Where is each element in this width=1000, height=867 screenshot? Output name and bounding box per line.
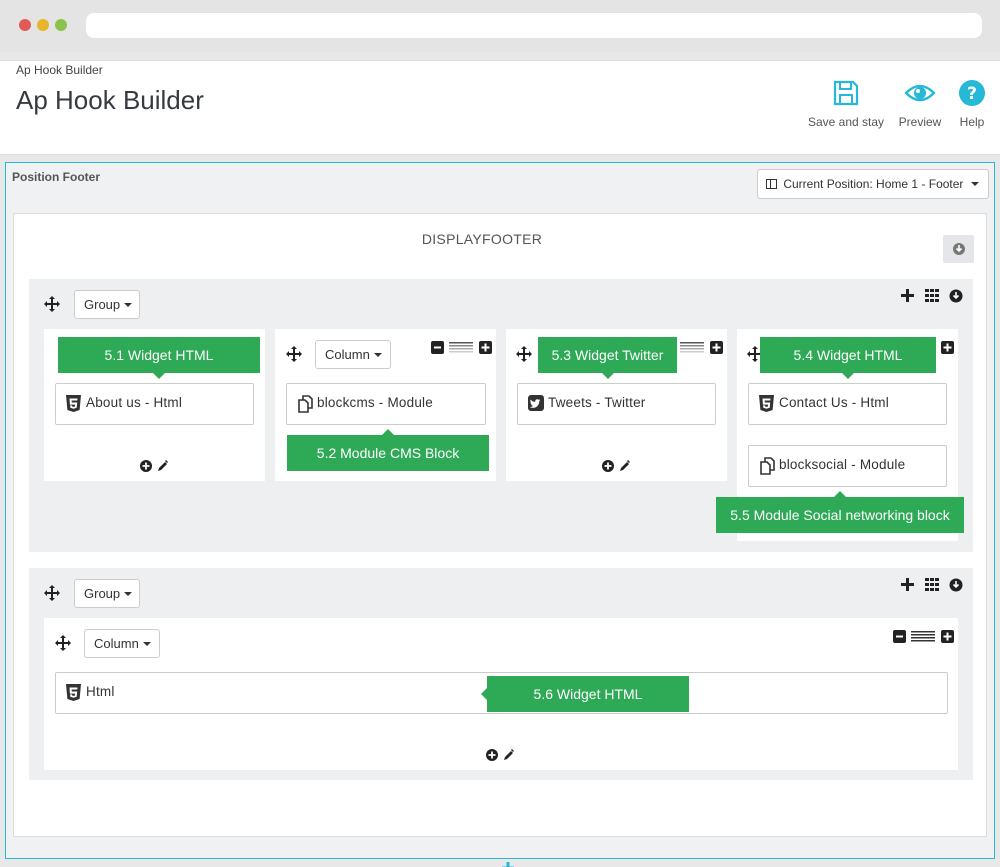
widget-label: Tweets - Twitter <box>548 395 646 410</box>
widget-label: About us - Html <box>86 395 183 410</box>
chevron-down-icon <box>124 592 133 596</box>
hook-container: DISPLAYFOOTER Group About us - Html 5.1 … <box>13 213 987 867</box>
plus-icon[interactable] <box>941 341 954 357</box>
plus-icon[interactable] <box>479 341 492 357</box>
address-bar[interactable] <box>86 13 982 38</box>
column-add-edit[interactable] <box>602 459 634 473</box>
breadcrumb[interactable]: Ap Hook Builder <box>16 63 103 77</box>
layout-icon <box>766 179 777 189</box>
help-label: Help <box>959 115 985 129</box>
widget-label: Contact Us - Html <box>779 395 889 410</box>
tooltip-5-5: 5.5 Module Social networking block <box>716 491 964 533</box>
current-position-select[interactable]: Current Position: Home 1 - Footer <box>757 169 989 199</box>
minimize-window-dot[interactable] <box>37 19 49 31</box>
tooltip-5-6: 5.6 Widget HTML <box>481 676 689 712</box>
column-dropdown[interactable]: Column <box>315 340 391 369</box>
current-position-label: Current Position: Home 1 - Footer <box>783 177 964 191</box>
eye-icon <box>896 79 944 109</box>
widget-item[interactable]: Tweets - Twitter <box>517 383 716 425</box>
html5-icon <box>66 684 81 704</box>
column-tools <box>939 341 954 355</box>
arrow-down-circle-icon <box>953 243 965 255</box>
panel-title: Position Footer <box>12 170 100 184</box>
help-button[interactable]: ? Help <box>955 79 989 129</box>
minus-icon[interactable] <box>430 341 444 357</box>
chevron-down-icon <box>373 353 382 357</box>
save-and-stay-label: Save and stay <box>807 115 885 129</box>
move-icon[interactable] <box>516 346 532 362</box>
tooltip-5-4: 5.4 Widget HTML <box>760 337 936 379</box>
page-header: Ap Hook Builder Ap Hook Builder Save and… <box>0 60 1000 155</box>
group-dropdown-label: Group <box>84 297 121 312</box>
column-tools <box>891 630 954 644</box>
column-tools <box>678 341 723 355</box>
group-2: Group Column Html 5.6 Widget HTML <box>29 568 973 780</box>
module-icon <box>297 395 315 416</box>
arrow-down-circle-icon[interactable] <box>949 578 963 595</box>
preview-label: Preview <box>898 115 942 129</box>
column-add-edit[interactable] <box>486 748 518 762</box>
width-bars-icon[interactable] <box>449 341 474 357</box>
widget-item[interactable]: blockcms - Module <box>286 383 486 425</box>
plus-icon[interactable] <box>710 341 723 357</box>
move-icon[interactable] <box>55 635 71 651</box>
page-title: Ap Hook Builder <box>16 85 204 115</box>
group-dropdown-label: Group <box>84 586 121 601</box>
move-icon[interactable] <box>44 585 60 601</box>
widget-label: blocksocial - Module <box>779 457 906 472</box>
add-column-icon[interactable] <box>901 578 914 594</box>
group-1: Group About us - Html 5.1 Widget HTML Co… <box>29 279 973 552</box>
save-icon <box>807 79 885 109</box>
minus-icon[interactable] <box>892 630 906 646</box>
browser-chrome <box>0 0 1000 52</box>
column-dropdown-label: Column <box>94 636 139 651</box>
column-add-edit[interactable] <box>140 459 172 473</box>
tooltip-5-2: 5.2 Module CMS Block <box>287 429 489 471</box>
chevron-down-icon <box>142 642 151 646</box>
column-dropdown-label: Column <box>325 347 370 362</box>
plus-icon[interactable] <box>941 630 954 646</box>
widget-item[interactable]: blocksocial - Module <box>748 445 947 487</box>
help-icon: ? <box>955 79 989 109</box>
width-bars-icon[interactable] <box>680 341 705 357</box>
add-column-icon[interactable] <box>901 289 914 305</box>
move-icon[interactable] <box>286 346 302 362</box>
add-group-icon[interactable] <box>501 861 515 867</box>
chevron-down-icon <box>124 303 133 307</box>
widget-item[interactable]: Contact Us - Html <box>748 383 947 425</box>
html5-icon <box>759 395 774 415</box>
html5-icon <box>66 395 81 415</box>
chevron-down-icon <box>970 182 979 186</box>
hook-name: DISPLAYFOOTER <box>421 231 543 247</box>
maximize-window-dot[interactable] <box>55 19 67 31</box>
group-tools <box>901 578 965 594</box>
preview-button[interactable]: Preview <box>896 79 944 129</box>
tooltip-5-3: 5.3 Widget Twitter <box>538 337 677 379</box>
column-tools <box>429 341 492 355</box>
hook-collapse-button[interactable] <box>943 235 974 263</box>
grid-icon[interactable] <box>925 578 940 594</box>
column-dropdown[interactable]: Column <box>84 629 160 658</box>
widget-label: Html <box>86 684 115 699</box>
move-icon[interactable] <box>44 296 60 312</box>
twitter-icon <box>528 395 544 414</box>
save-and-stay-button[interactable]: Save and stay <box>807 79 885 129</box>
width-bars-icon[interactable] <box>911 630 936 646</box>
group-tools <box>901 289 965 305</box>
group-dropdown[interactable]: Group <box>74 579 140 608</box>
widget-label: blockcms - Module <box>317 395 433 410</box>
close-window-dot[interactable] <box>19 19 31 31</box>
position-panel: Position Footer Current Position: Home 1… <box>5 162 995 867</box>
widget-item[interactable]: About us - Html <box>55 383 254 425</box>
group-dropdown[interactable]: Group <box>74 290 140 319</box>
module-icon <box>759 457 777 478</box>
arrow-down-circle-icon[interactable] <box>949 289 963 306</box>
grid-icon[interactable] <box>925 289 940 305</box>
svg-text:?: ? <box>967 84 977 104</box>
tooltip-5-1: 5.1 Widget HTML <box>58 337 260 379</box>
